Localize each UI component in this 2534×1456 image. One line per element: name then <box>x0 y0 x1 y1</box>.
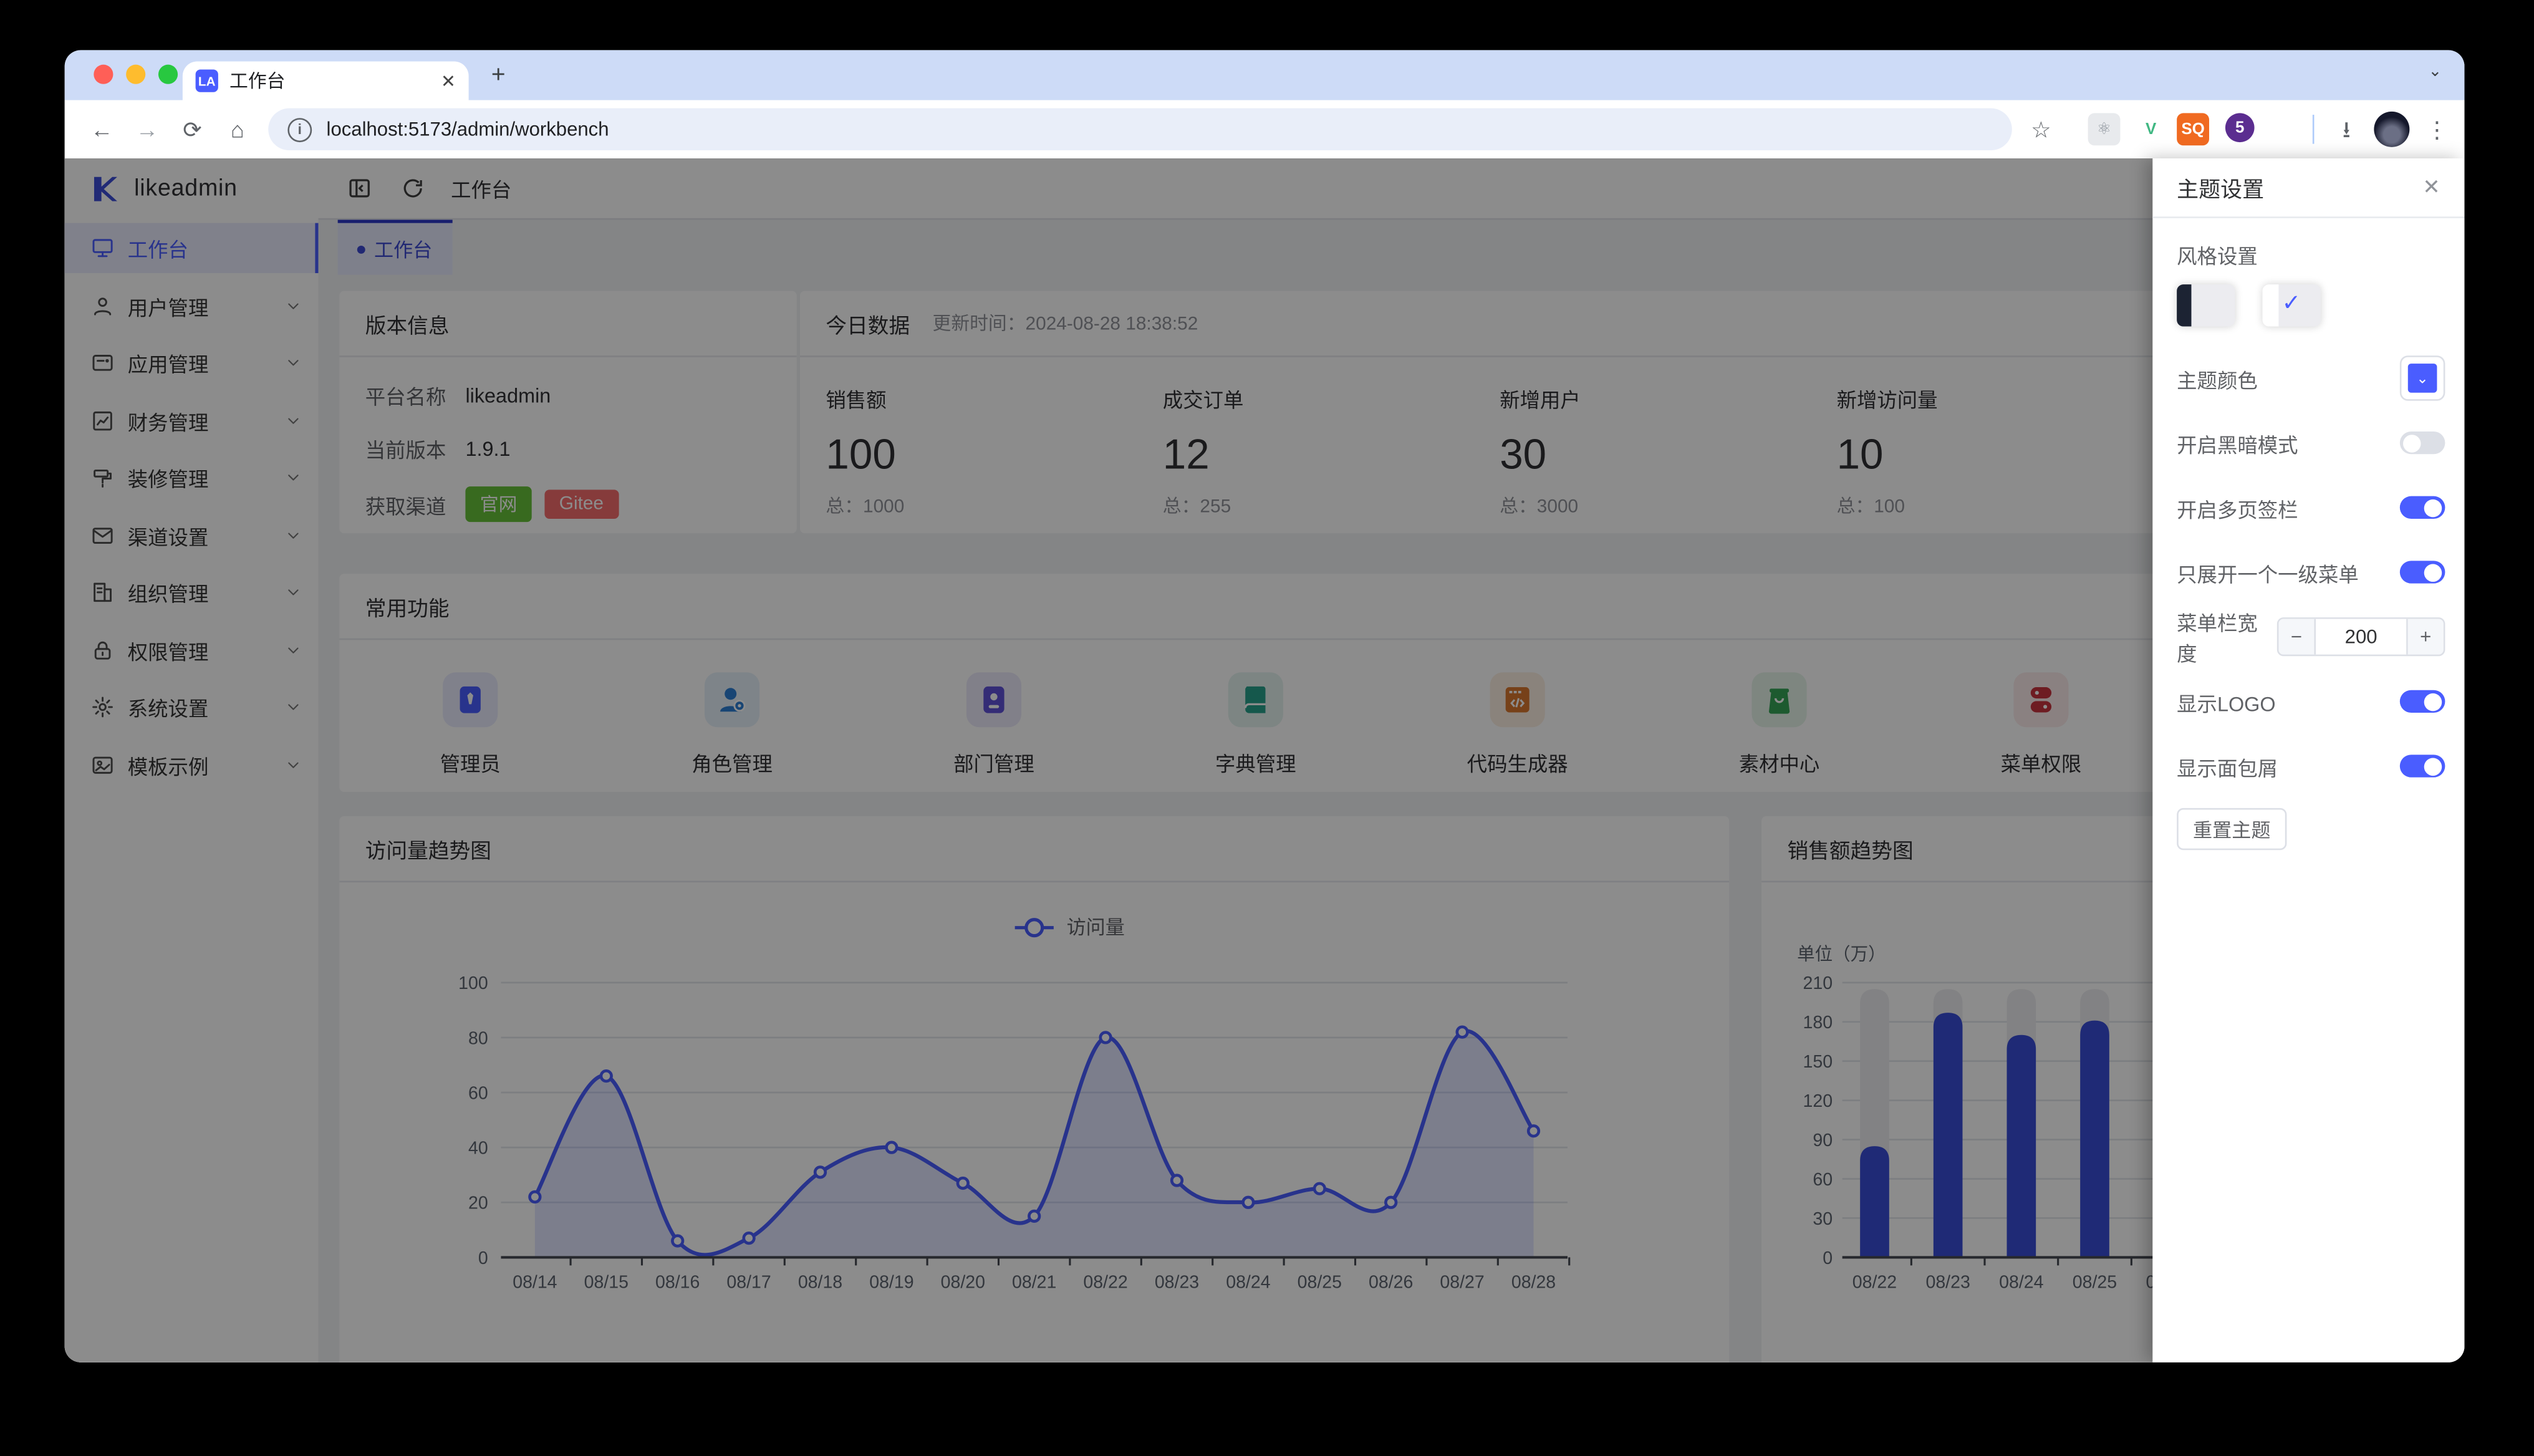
toggle-knob <box>2424 498 2442 517</box>
drawer-row-label: 开启多页签栏 <box>2177 498 2298 521</box>
download-icon[interactable]: ⭳ <box>2332 115 2361 144</box>
reload-icon[interactable]: ⟳ <box>178 115 207 144</box>
toggle-显示面包屑[interactable] <box>2399 755 2445 778</box>
bookmark-star-icon[interactable]: ☆ <box>2026 115 2056 144</box>
sq-extension-icon[interactable]: SQ <box>2177 113 2209 146</box>
stepper-minus-button[interactable]: − <box>2278 619 2315 655</box>
toggle-knob <box>2424 757 2442 775</box>
tab-title: 工作台 <box>229 72 286 92</box>
toolbar-divider <box>2312 115 2315 144</box>
style-option-dark-sidebar[interactable] <box>2177 284 2235 327</box>
toggle-knob <box>2403 433 2421 452</box>
drawer-row-菜单栏宽度: 菜单栏宽度 − 200 + <box>2177 608 2445 666</box>
drawer-row-开启黑暗模式: 开启黑暗模式 <box>2177 414 2445 472</box>
tab-search-chevron-icon[interactable]: ⌄ <box>2428 63 2442 81</box>
toggle-knob <box>2424 563 2442 581</box>
back-icon[interactable]: ← <box>87 115 117 144</box>
menu-dots-icon[interactable]: ⋮ <box>2422 115 2452 144</box>
profile-avatar[interactable] <box>2374 111 2410 147</box>
window-minimize-button[interactable] <box>126 64 146 84</box>
tab-close-icon[interactable]: ✕ <box>441 70 456 91</box>
drawer-header: 主题设置 ✕ <box>2152 158 2465 218</box>
url-text: localhost:5173/admin/workbench <box>326 118 609 141</box>
toggle-开启多页签栏[interactable] <box>2399 496 2445 519</box>
modal-overlay[interactable] <box>64 158 2465 1362</box>
style-option-light-sidebar[interactable]: ✓ <box>2262 284 2321 327</box>
drawer-row-主题颜色: 主题颜色 ⌄ <box>2177 349 2445 407</box>
drawer-title: 主题设置 <box>2177 178 2265 202</box>
selected-check-icon: ✓ <box>2281 289 2301 316</box>
gem5-extension-icon[interactable]: 5 <box>2225 113 2255 143</box>
light-sidebar-preview <box>2262 284 2279 327</box>
theme-settings-drawer: 主题设置 ✕ 风格设置 ✓ 主题颜色 ⌄ 开启黑暗模式 开启多页签栏只展开一个一级菜单… <box>2152 158 2465 1362</box>
drawer-row-label: 主题颜色 <box>2177 369 2258 392</box>
screen: LA 工作台 ✕ + ⌄ ← → ⟳ ⌂ i localhost:5173/ad… <box>0 0 2534 1456</box>
browser-tabstrip: LA 工作台 ✕ + ⌄ <box>64 50 2465 100</box>
drawer-row-label: 只展开一个一级菜单 <box>2177 563 2359 586</box>
browser-toolbar: ← → ⟳ ⌂ i localhost:5173/admin/workbench… <box>64 100 2465 160</box>
home-icon[interactable]: ⌂ <box>223 115 253 144</box>
new-tab-button[interactable]: + <box>491 61 506 89</box>
tab-favicon: LA <box>195 69 218 92</box>
react-extension-icon[interactable]: ⚛ <box>2088 113 2121 146</box>
drawer-row-显示面包屑: 显示面包屑 <box>2177 737 2445 795</box>
drawer-row-显示LOGO: 显示LOGO <box>2177 672 2445 730</box>
theme-color-swatch: ⌄ <box>2407 364 2437 393</box>
toggle-显示LOGO[interactable] <box>2399 690 2445 713</box>
vue-extension-icon[interactable]: V <box>2135 113 2167 145</box>
stepper-value[interactable]: 200 <box>2314 619 2408 655</box>
drawer-row-开启多页签栏: 开启多页签栏 <box>2177 478 2445 536</box>
window-zoom-button[interactable] <box>158 64 178 84</box>
browser-tab[interactable]: LA 工作台 ✕ <box>182 61 469 100</box>
dark-sidebar-preview <box>2177 284 2192 327</box>
drawer-row-label: 菜单栏宽度 <box>2177 612 2258 666</box>
browser-window: LA 工作台 ✕ + ⌄ ← → ⟳ ⌂ i localhost:5173/ad… <box>64 50 2465 1362</box>
drawer-row-label: 开启黑暗模式 <box>2177 433 2298 457</box>
drawer-row-只展开一个一级菜单: 只展开一个一级菜单 <box>2177 543 2445 601</box>
toggle-knob <box>2424 692 2442 711</box>
theme-color-picker[interactable]: ⌄ <box>2399 355 2445 401</box>
site-info-icon[interactable]: i <box>287 117 312 142</box>
style-section-label: 风格设置 <box>2177 245 2258 269</box>
toggle-只展开一个一级菜单[interactable] <box>2399 561 2445 584</box>
forward-icon[interactable]: → <box>133 115 162 144</box>
drawer-row-label: 显示面包屑 <box>2177 757 2278 780</box>
drawer-row-label: 显示LOGO <box>2177 692 2276 715</box>
menu-width-stepper: − 200 + <box>2276 617 2445 657</box>
drawer-close-icon[interactable]: ✕ <box>2422 175 2440 200</box>
toggle-开启黑暗模式[interactable] <box>2399 431 2445 455</box>
address-bar[interactable]: i localhost:5173/admin/workbench <box>268 108 2012 151</box>
window-close-button[interactable] <box>94 64 113 84</box>
reset-theme-button[interactable]: 重置主题 <box>2177 808 2287 851</box>
stepper-plus-button[interactable]: + <box>2407 619 2444 655</box>
